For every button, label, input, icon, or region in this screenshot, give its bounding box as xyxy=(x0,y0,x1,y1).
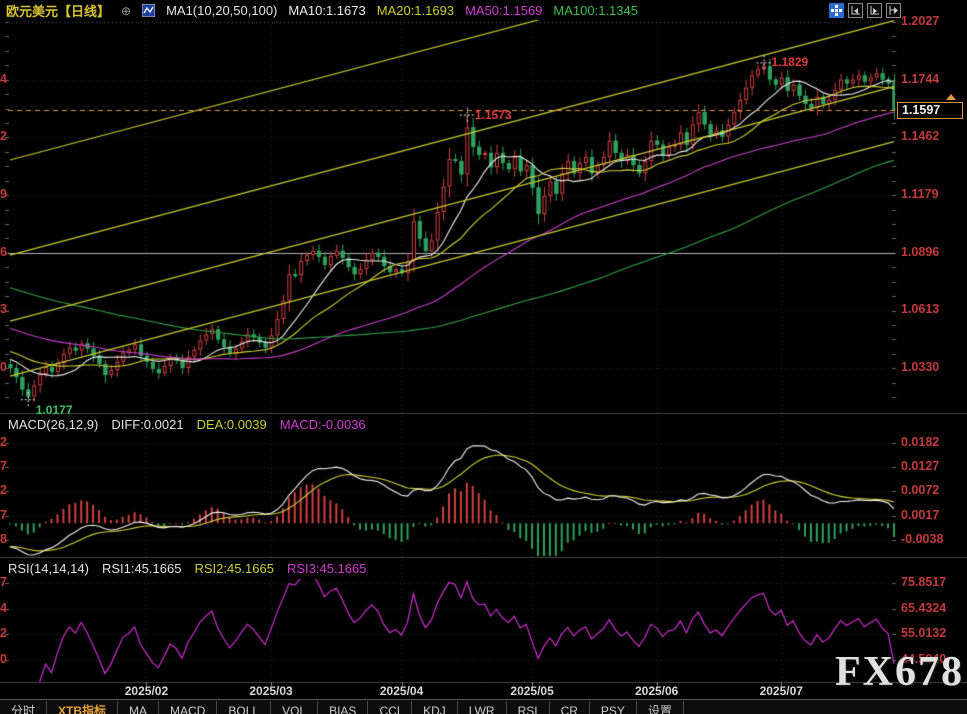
ma20-value: MA20:1.1693 xyxy=(377,3,454,18)
indicator-tab-bar: 分时XTB指标MAMACDBOLLVOLBIASCCIKDJLWRRSICRPS… xyxy=(0,699,967,714)
macd-axis-label: 0.0017 xyxy=(901,508,939,522)
macd-axis-label-partial: 2 xyxy=(0,483,7,497)
indicator-tab-bias[interactable]: BIAS xyxy=(318,701,368,714)
pan-right-icon[interactable] xyxy=(886,3,901,18)
indicator-tab-lwr[interactable]: LWR xyxy=(458,701,507,714)
last-price-arrow-icon xyxy=(946,94,956,100)
x-axis-month-label: 2025/07 xyxy=(760,684,803,698)
macd-axis-label: 0.0182 xyxy=(901,435,939,449)
chart-window: 欧元美元【日线】 ⊕ MA1(10,20,50,100) MA10:1.1673… xyxy=(0,0,967,714)
macd-header: MACD(26,12,9) DIFF:0.0021 DEA:0.0039 MAC… xyxy=(8,416,366,432)
macd-title[interactable]: MACD(26,12,9) xyxy=(8,417,98,432)
y-axis-price-label: 1.1462 xyxy=(901,129,939,143)
indicator-tab-rsi[interactable]: RSI xyxy=(507,701,550,714)
ma50-value: MA50:1.1569 xyxy=(465,3,542,18)
y-axis-price-label: 1.0613 xyxy=(901,302,939,316)
indicator-tab-xtb指标[interactable]: XTB指标 xyxy=(47,701,118,714)
rsi-title[interactable]: RSI(14,14,14) xyxy=(8,561,89,576)
x-axis-month-label: 2025/03 xyxy=(249,684,292,698)
x-axis-month-label: 2025/05 xyxy=(510,684,553,698)
rsi2-value: RSI2:45.1665 xyxy=(194,561,274,576)
macd-hist-value: MACD:-0.0036 xyxy=(280,417,366,432)
chart-toolbar xyxy=(829,3,901,18)
y-axis-price-label: 1.0896 xyxy=(901,245,939,259)
crosshair-icon[interactable] xyxy=(829,3,844,18)
scale-axis-right-icon[interactable] xyxy=(867,3,882,18)
indicator-tab-cci[interactable]: CCI xyxy=(368,701,412,714)
rsi1-value: RSI1:45.1665 xyxy=(102,561,182,576)
collapse-icon[interactable]: ⊕ xyxy=(121,4,131,18)
ma10-value: MA10:1.1673 xyxy=(288,3,365,18)
watermark: FX678 xyxy=(835,648,964,696)
macd-axis-label: 0.0127 xyxy=(901,459,939,473)
macd-diff-value: DIFF:0.0021 xyxy=(111,417,183,432)
macd-axis-label: 0.0072 xyxy=(901,483,939,497)
macd-axis-label-partial: 8 xyxy=(0,532,7,546)
indicator-tab-ma[interactable]: MA xyxy=(118,701,159,714)
rsi-axis-label-partial: 0 xyxy=(0,652,7,666)
macd-axis-label-partial: 7 xyxy=(0,459,7,473)
y-axis-price-label-partial: 3 xyxy=(0,302,7,316)
y-axis-price-label-partial: 9 xyxy=(0,187,7,201)
price-annotation: 1.0177 xyxy=(36,403,73,417)
y-axis-price-label: 1.1744 xyxy=(901,72,939,86)
rsi-axis-label-partial: 4 xyxy=(0,601,7,615)
y-axis-price-label-partial: 6 xyxy=(0,245,7,259)
rsi-axis-label: 75.8517 xyxy=(901,575,946,589)
symbol-title[interactable]: 欧元美元【日线】 xyxy=(6,1,110,20)
indicator-tab-cr[interactable]: CR xyxy=(550,701,590,714)
chart-overlay: 欧元美元【日线】 ⊕ MA1(10,20,50,100) MA10:1.1673… xyxy=(0,0,967,714)
y-axis-price-label: 1.0330 xyxy=(901,360,939,374)
indicator-tab-kdj[interactable]: KDJ xyxy=(412,701,458,714)
y-axis-price-label-partial: 2 xyxy=(0,129,7,143)
y-axis-price-label-partial: 0 xyxy=(0,360,7,374)
rsi-axis-label-partial: 7 xyxy=(0,575,7,589)
rsi-axis-label: 65.4324 xyxy=(901,601,946,615)
macd-dea-value: DEA:0.0039 xyxy=(197,417,267,432)
chart-header: 欧元美元【日线】 ⊕ MA1(10,20,50,100) MA10:1.1673… xyxy=(6,2,638,19)
indicator-tab-psy[interactable]: PSY xyxy=(590,701,637,714)
indicator-tab-macd[interactable]: MACD xyxy=(159,701,217,714)
y-axis-price-label-partial: 4 xyxy=(0,72,7,86)
rsi-header: RSI(14,14,14) RSI1:45.1665 RSI2:45.1665 … xyxy=(8,560,366,576)
macd-axis-label-partial: 2 xyxy=(0,435,7,449)
ma100-value: MA100:1.1345 xyxy=(553,3,638,18)
y-axis-price-label: 1.1179 xyxy=(901,187,939,201)
indicator-tab-boll[interactable]: BOLL xyxy=(217,701,271,714)
y-axis-price-label: 1.2027 xyxy=(901,14,939,28)
indicator-tab-分时[interactable]: 分时 xyxy=(0,701,47,714)
mini-chart-icon xyxy=(142,4,155,17)
macd-axis-label: -0.0038 xyxy=(901,532,943,546)
rsi-axis-label-partial: 2 xyxy=(0,626,7,640)
x-axis-month-label: 2025/02 xyxy=(125,684,168,698)
indicator-tab-settings[interactable]: 设置 xyxy=(637,701,684,714)
rsi3-value: RSI3:45.1665 xyxy=(287,561,367,576)
price-annotation: 1.1573 xyxy=(475,108,512,122)
last-price-tag: 1.1597 xyxy=(897,102,963,119)
ma-settings-label[interactable]: MA1(10,20,50,100) xyxy=(166,3,277,18)
x-axis-month-label: 2025/04 xyxy=(380,684,423,698)
price-annotation: 1.1829 xyxy=(771,55,808,69)
indicator-tab-vol[interactable]: VOL xyxy=(271,701,318,714)
scale-axis-left-icon[interactable] xyxy=(848,3,863,18)
x-axis-month-label: 2025/06 xyxy=(635,684,678,698)
rsi-axis-label: 55.0132 xyxy=(901,626,946,640)
macd-axis-label-partial: 7 xyxy=(0,508,7,522)
